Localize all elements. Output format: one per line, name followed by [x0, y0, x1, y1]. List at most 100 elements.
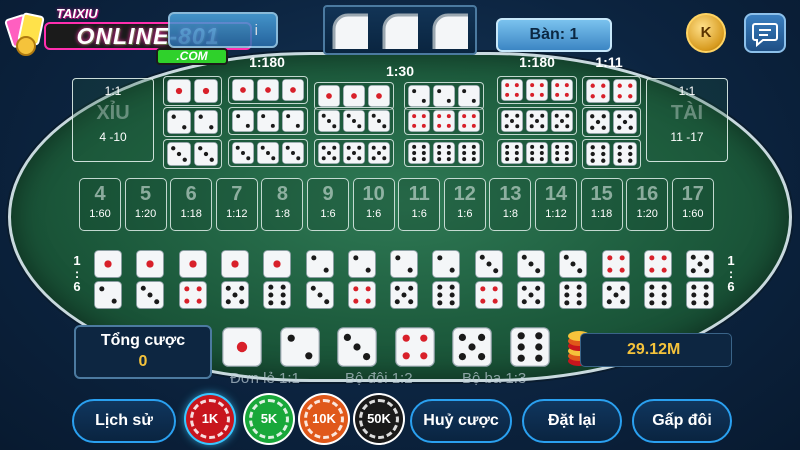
bet-pair-1-3[interactable]: [133, 248, 171, 312]
bet-pair-4-5[interactable]: [599, 248, 637, 312]
bet-double-5[interactable]: [582, 107, 641, 137]
die-face-1: [222, 327, 262, 367]
die-face-6: [509, 327, 550, 367]
die-face-1: [368, 85, 390, 107]
bet-pair-2-3[interactable]: [303, 248, 341, 312]
bet-pair-2-4[interactable]: [345, 248, 383, 312]
double-bet-button[interactable]: Gấp đôi: [632, 399, 732, 443]
bet-double-4[interactable]: [582, 76, 641, 106]
die-face-3: [474, 250, 503, 278]
bet-total-14[interactable]: 14 1:12: [535, 178, 577, 231]
history-button[interactable]: Lịch sử: [72, 399, 176, 443]
bet-single-2[interactable]: [279, 327, 320, 367]
die-face-1: [318, 85, 340, 107]
bet-pair-5-6[interactable]: [683, 248, 721, 312]
bet-triple-2[interactable]: [228, 107, 308, 135]
bet-double-6[interactable]: [582, 139, 641, 169]
bet-pair-3-4[interactable]: [472, 248, 510, 312]
bet-total-5[interactable]: 5 1:20: [124, 178, 167, 231]
logo-cards-icon: [3, 12, 46, 56]
bet-any-triple-5[interactable]: [314, 139, 394, 167]
bet-triple-5[interactable]: [497, 107, 577, 135]
bet-pair-2-5[interactable]: [387, 248, 425, 312]
bet-triple-1[interactable]: [228, 76, 308, 104]
die-face-1: [167, 79, 191, 103]
die-face-5: [686, 250, 715, 278]
die-face-2: [257, 110, 279, 132]
die-face-2: [282, 110, 304, 132]
die-face-6: [433, 142, 455, 164]
bet-total-11[interactable]: 11 1:6: [398, 178, 441, 231]
bet-total-17[interactable]: 17 1:60: [671, 178, 714, 231]
bet-double-1[interactable]: [163, 76, 222, 106]
bet-total-9[interactable]: 9 1:6: [307, 178, 349, 231]
chip-1k[interactable]: 1K: [186, 395, 234, 443]
bet-single-3[interactable]: [337, 327, 377, 367]
chat-icon[interactable]: [744, 13, 786, 53]
die-face-3: [318, 110, 340, 132]
coin-k-button[interactable]: K: [686, 13, 726, 53]
bet-any-triple-2[interactable]: [404, 82, 484, 110]
reset-button[interactable]: Đặt lại: [522, 399, 622, 443]
bet-total-12[interactable]: 12 1:6: [443, 178, 486, 231]
bet-total-13[interactable]: 13 1:8: [489, 178, 532, 231]
bet-single-6[interactable]: [509, 327, 550, 367]
total-odds: 1:18: [180, 208, 202, 220]
die-face-2: [390, 250, 418, 278]
die-face-1: [232, 79, 254, 101]
bet-total-6[interactable]: 6 1:18: [170, 178, 213, 231]
bet-total-8[interactable]: 8 1:8: [261, 178, 304, 231]
bet-pair-2-6[interactable]: [429, 248, 467, 312]
total-number: 6: [185, 183, 197, 205]
bet-xiu[interactable]: 1:1 XỈU 4 -10: [72, 78, 154, 162]
chip-5k[interactable]: 5K: [245, 395, 293, 443]
die-face-6: [263, 281, 292, 309]
table-number-button[interactable]: Bàn: 1: [496, 18, 612, 52]
bet-triple-3[interactable]: [228, 139, 308, 167]
die-face-5: [601, 281, 630, 309]
bet-pair-1-5[interactable]: [218, 248, 256, 312]
bet-total-16[interactable]: 16 1:20: [626, 178, 669, 231]
bet-pair-1-6[interactable]: [260, 248, 298, 312]
bet-pair-3-6[interactable]: [556, 248, 594, 312]
bet-pair-3-5[interactable]: [514, 248, 552, 312]
bet-triple-6[interactable]: [497, 139, 577, 167]
chip-50k[interactable]: 50K: [355, 395, 403, 443]
total-number: 12: [453, 183, 476, 205]
bet-triple-4[interactable]: [497, 76, 577, 104]
bet-total-7[interactable]: 7 1:12: [215, 178, 258, 231]
die-face-5: [501, 110, 523, 132]
bet-tai[interactable]: 1:1 TÀI 11 -17: [646, 78, 728, 162]
total-odds: 1:12: [226, 208, 248, 220]
result-die-2: [382, 13, 418, 49]
bet-single-5[interactable]: [452, 327, 492, 367]
die-face-1: [221, 250, 249, 278]
header-tab[interactable]: i: [168, 12, 278, 48]
die-face-1: [94, 250, 122, 278]
bet-single-1[interactable]: [222, 327, 262, 367]
bet-any-triple-6[interactable]: [404, 139, 484, 167]
tai-odds: 1:1: [678, 84, 696, 98]
total-number: 17: [681, 183, 704, 205]
bet-double-3[interactable]: [163, 139, 222, 169]
chip-10k[interactable]: 10K: [300, 395, 348, 443]
die-face-6: [551, 142, 573, 164]
bet-total-4[interactable]: 4 1:60: [79, 178, 121, 231]
bet-total-10[interactable]: 10 1:6: [352, 178, 395, 231]
bet-any-triple-1[interactable]: [314, 82, 394, 110]
bet-double-2[interactable]: [163, 107, 222, 137]
bet-pair-1-4[interactable]: [176, 248, 214, 312]
bet-total-15[interactable]: 15 1:18: [580, 178, 623, 231]
bet-pair-4-6[interactable]: [641, 248, 679, 312]
xiu-odds: 1:1: [104, 84, 122, 98]
xiu-range: 4 -10: [99, 130, 127, 144]
total-odds: 1:20: [636, 208, 658, 220]
bet-any-triple-4[interactable]: [404, 107, 484, 135]
die-face-4: [601, 250, 630, 278]
bet-pair-1-2[interactable]: [91, 248, 129, 312]
die-face-2: [305, 250, 334, 278]
cancel-bet-button[interactable]: Huỷ cược: [410, 399, 512, 443]
bet-any-triple-3[interactable]: [314, 107, 394, 135]
bet-single-4[interactable]: [394, 327, 435, 367]
die-face-1: [257, 79, 279, 101]
